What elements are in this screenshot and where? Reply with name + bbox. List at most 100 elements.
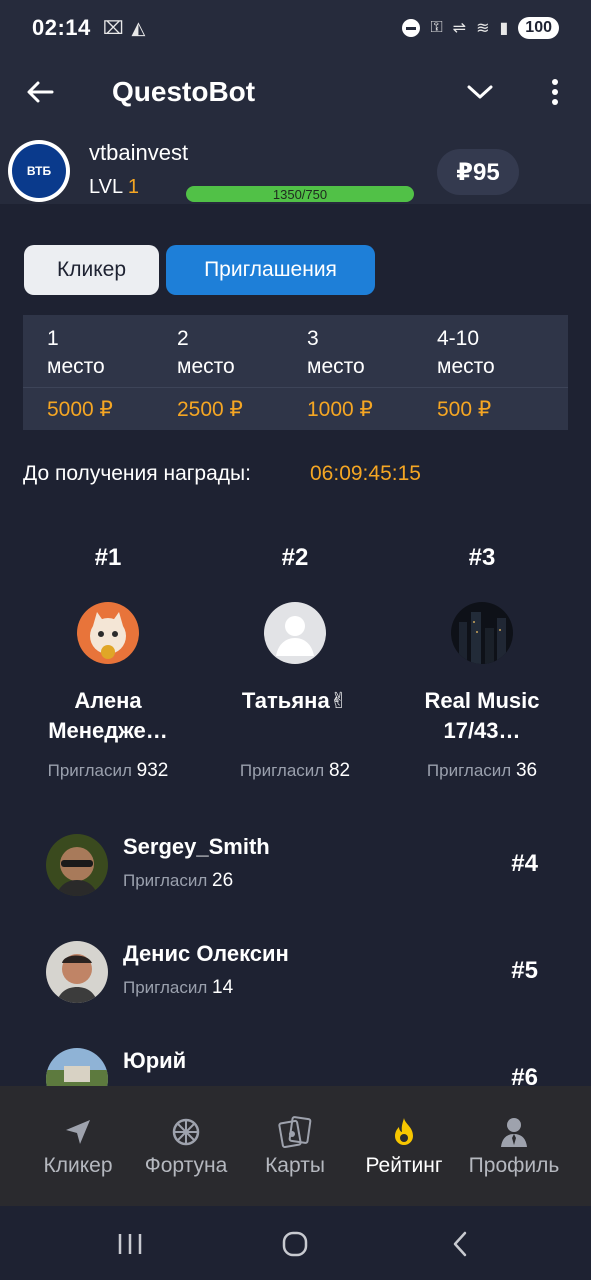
user-photo-icon bbox=[46, 941, 108, 1003]
cards-icon bbox=[278, 1114, 312, 1150]
list-item-name: Денис Олексин bbox=[123, 941, 289, 966]
status-right-icons: ⚿ ⇌ ≋ ▮ 100 bbox=[402, 17, 559, 39]
expand-button[interactable] bbox=[455, 70, 505, 114]
podium-name: Татьяна✌ bbox=[205, 686, 385, 746]
battery-indicator: 100 bbox=[518, 17, 559, 39]
podium-rank: #1 bbox=[94, 544, 122, 571]
prize-amount: 500 ₽ bbox=[437, 398, 492, 421]
user-avatar[interactable]: ВТБ bbox=[8, 140, 70, 202]
recent-apps-button[interactable] bbox=[100, 1224, 160, 1264]
list-item[interactable]: Sergey_Smith Пригласил 26 #4 bbox=[0, 834, 591, 934]
list-item-stat: Пригласил 14 bbox=[123, 977, 233, 999]
bottom-navigation: Кликер Фортуна Карты Рейтинг Профиль bbox=[0, 1086, 591, 1206]
username: vtbainvest bbox=[89, 140, 189, 165]
stat-label: Пригласил bbox=[239, 761, 325, 780]
prize-place: 2 место bbox=[177, 325, 235, 381]
signal-icon: ▮ bbox=[499, 20, 509, 37]
more-vertical-icon bbox=[552, 79, 558, 105]
list-item-rank: #5 bbox=[511, 957, 538, 984]
stat-count: 82 bbox=[328, 760, 351, 781]
status-left-icons: ⌧ ◭ bbox=[103, 18, 146, 39]
list-item[interactable]: Денис Олексин Пригласил 14 #5 bbox=[0, 941, 591, 1041]
stat-label: Пригласил bbox=[426, 761, 512, 780]
stat-label: Пригласил bbox=[123, 871, 208, 890]
nav-label: Карты bbox=[265, 1154, 325, 1177]
stat-count: 26 bbox=[212, 870, 234, 891]
name-line: Real Music bbox=[424, 688, 540, 713]
default-user-icon bbox=[264, 602, 326, 664]
recent-apps-icon bbox=[118, 1234, 142, 1254]
nav-label: Фортуна bbox=[144, 1154, 228, 1177]
place-number: 4-10 bbox=[437, 327, 480, 350]
key-icon: ⚿ bbox=[430, 19, 443, 36]
app-notification-icon: ◭ bbox=[131, 17, 146, 38]
nav-item-rating[interactable]: Рейтинг bbox=[357, 1114, 451, 1184]
level-prefix: LVL bbox=[89, 176, 123, 198]
xp-text: 1350/750 bbox=[272, 186, 328, 202]
avatar bbox=[46, 941, 108, 1003]
flame-icon bbox=[389, 1114, 419, 1150]
podium-name: Алена Менедже… bbox=[18, 686, 198, 746]
prize-place: 1 место bbox=[47, 325, 105, 381]
home-icon bbox=[282, 1231, 308, 1257]
level-number: 1 bbox=[127, 176, 140, 198]
stat-count: 14 bbox=[212, 977, 234, 998]
nav-item-fortune[interactable]: Фортуна bbox=[137, 1114, 235, 1184]
list-item-stat: Пригласил 26 bbox=[123, 870, 233, 892]
nav-item-profile[interactable]: Профиль bbox=[462, 1114, 566, 1184]
nav-item-clicker[interactable]: Кликер bbox=[36, 1114, 120, 1184]
cat-avatar-icon bbox=[77, 602, 139, 664]
podium-name: Real Music 17/43… bbox=[392, 686, 572, 746]
dnd-icon bbox=[402, 19, 421, 37]
podium-stat: Пригласил 932 bbox=[18, 760, 198, 782]
balance-badge[interactable]: ₽95 bbox=[437, 149, 519, 195]
podium-rank: #2 bbox=[281, 544, 309, 571]
list-item-rank: #4 bbox=[511, 850, 538, 877]
nav-item-cards[interactable]: Карты bbox=[258, 1114, 332, 1184]
podium-second[interactable]: #2 Татьяна✌ Пригласил 82 bbox=[205, 540, 385, 782]
nav-label: Рейтинг bbox=[365, 1154, 443, 1177]
tab-clicker[interactable]: Кликер bbox=[24, 245, 159, 295]
back-button[interactable] bbox=[0, 56, 80, 128]
app-title: QuestoBot bbox=[112, 76, 256, 107]
screenshot-icon: ⌧ bbox=[102, 17, 124, 38]
avatar bbox=[77, 602, 139, 664]
name-line: 17/43… bbox=[443, 718, 521, 743]
more-options-button[interactable] bbox=[535, 70, 575, 114]
place-number: 2 bbox=[177, 327, 189, 350]
divider bbox=[23, 387, 568, 388]
prizes-table: 1 место 5000 ₽ 2 место 2500 ₽ 3 место 1000 … bbox=[23, 315, 568, 430]
prize-amount: 1000 ₽ bbox=[307, 398, 373, 421]
city-night-avatar-icon bbox=[451, 602, 513, 664]
nav-label: Кликер bbox=[43, 1154, 113, 1177]
name-line: Менедже… bbox=[48, 718, 168, 743]
nav-label: Профиль bbox=[468, 1154, 560, 1177]
prize-place: 4-10 место bbox=[437, 325, 495, 381]
stat-label: Пригласил bbox=[123, 978, 208, 997]
user-header: ВТБ vtbainvest LVL 1 1350/750 ₽95 bbox=[0, 128, 591, 204]
xp-progress-bar: 1350/750 bbox=[186, 186, 414, 202]
podium-first[interactable]: #1 Алена Менедже… Пригласил 932 bbox=[18, 540, 198, 782]
place-number: 3 bbox=[307, 327, 319, 350]
data-transfer-icon: ⇌ bbox=[452, 20, 467, 37]
system-back-button[interactable] bbox=[430, 1224, 490, 1264]
tab-invites[interactable]: Приглашения bbox=[166, 245, 375, 295]
podium-third[interactable]: #3 Real Music 17/43… Пригласил 36 bbox=[392, 540, 572, 782]
system-navigation-bar bbox=[0, 1206, 591, 1280]
podium-stat: Пригласил 82 bbox=[205, 760, 385, 782]
place-number: 1 bbox=[47, 327, 59, 350]
navigation-arrow-icon bbox=[63, 1114, 93, 1150]
person-icon bbox=[499, 1114, 529, 1150]
stat-count: 36 bbox=[515, 760, 538, 781]
prize-amount: 2500 ₽ bbox=[177, 398, 243, 421]
status-time: 02:14 bbox=[32, 15, 91, 40]
place-word: место bbox=[177, 355, 235, 378]
countdown-label: До получения награды: bbox=[23, 462, 251, 485]
wheel-icon bbox=[171, 1114, 201, 1150]
chevron-down-icon bbox=[467, 85, 493, 99]
prize-amount: 5000 ₽ bbox=[47, 398, 113, 421]
avatar bbox=[451, 602, 513, 664]
home-button[interactable] bbox=[265, 1224, 325, 1264]
place-word: место bbox=[307, 355, 365, 378]
stat-count: 932 bbox=[136, 760, 169, 781]
